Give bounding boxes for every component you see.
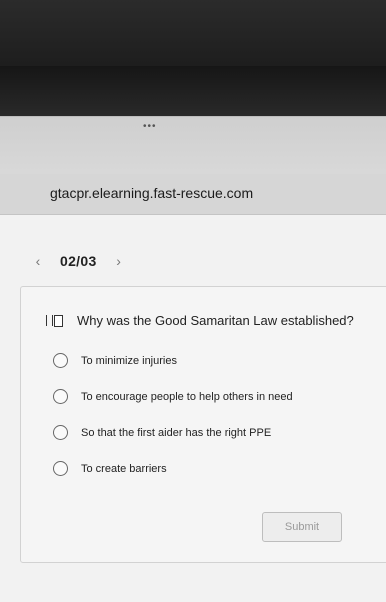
tab-indicator[interactable]: ••• bbox=[143, 122, 157, 132]
answer-option-label: So that the first aider has the right PP… bbox=[81, 426, 272, 439]
radio-button[interactable] bbox=[53, 425, 68, 440]
chevron-right-icon[interactable]: › bbox=[111, 253, 127, 269]
question-card: Why was the Good Samaritan Law establish… bbox=[20, 286, 386, 563]
radio-button[interactable] bbox=[53, 389, 68, 404]
device-bezel-edge bbox=[0, 66, 386, 118]
answer-option-label: To minimize injuries bbox=[81, 354, 177, 367]
answer-option[interactable]: To encourage people to help others in ne… bbox=[53, 389, 293, 404]
browser-toolbar bbox=[0, 116, 386, 179]
radio-button[interactable] bbox=[53, 353, 68, 368]
chevron-left-icon[interactable]: ‹ bbox=[30, 253, 46, 269]
bookmark-flag-icon[interactable] bbox=[46, 314, 63, 327]
question-pager: ‹ 02/03 › bbox=[30, 251, 127, 271]
answer-option[interactable]: So that the first aider has the right PP… bbox=[53, 425, 271, 440]
answer-option-label: To create barriers bbox=[81, 462, 167, 475]
radio-button[interactable] bbox=[53, 461, 68, 476]
answer-option[interactable]: To minimize injuries bbox=[53, 353, 177, 368]
answer-option[interactable]: To create barriers bbox=[53, 461, 167, 476]
submit-button[interactable]: Submit bbox=[262, 512, 342, 542]
page-content: ‹ 02/03 › Why was the Good Samaritan Law… bbox=[0, 215, 386, 602]
page-counter: 02/03 bbox=[60, 253, 97, 269]
question-text: Why was the Good Samaritan Law establish… bbox=[77, 313, 354, 328]
url-text: gtacpr.elearning.fast-rescue.com bbox=[50, 185, 254, 201]
address-bar[interactable]: gtacpr.elearning.fast-rescue.com bbox=[0, 174, 386, 215]
answer-option-label: To encourage people to help others in ne… bbox=[81, 390, 293, 403]
question-row: Why was the Good Samaritan Law establish… bbox=[46, 313, 354, 328]
